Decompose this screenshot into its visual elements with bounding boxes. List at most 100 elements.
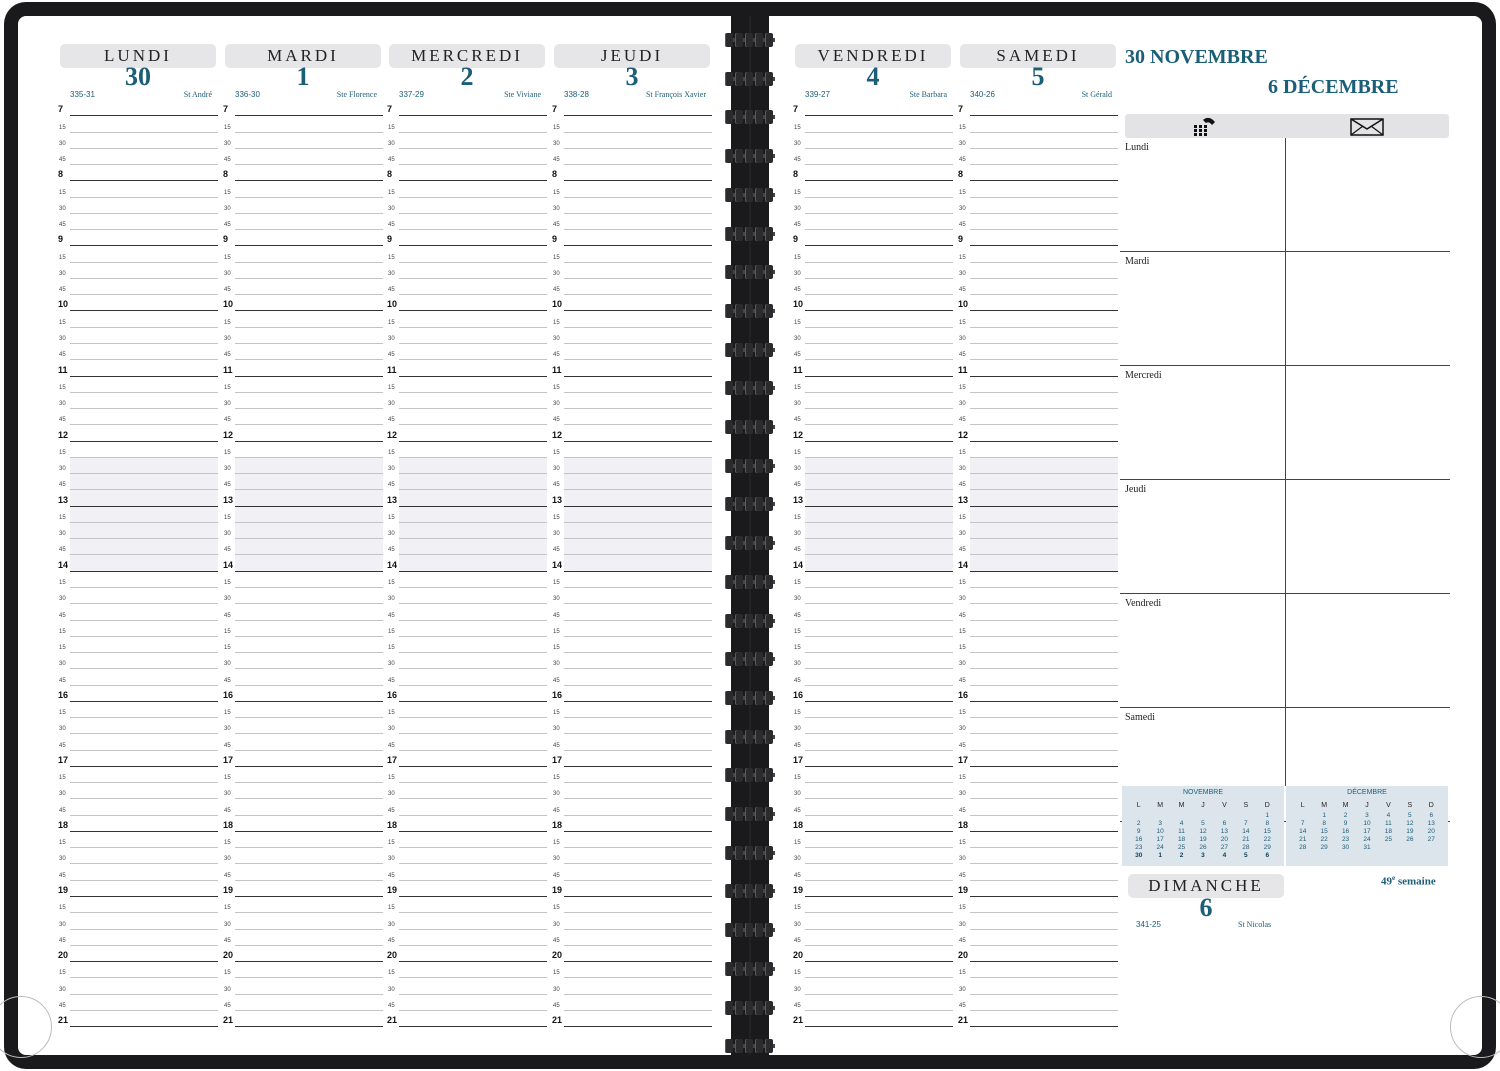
quarter-slot[interactable]: 15 [553, 116, 712, 133]
quarter-slot[interactable]: 15 [59, 506, 218, 523]
quarter-slot[interactable]: 30 [959, 848, 1118, 865]
quarter-slot[interactable]: 45 [553, 279, 712, 296]
hour-slot[interactable]: 12 [223, 425, 383, 442]
quarter-slot[interactable]: 30 [59, 393, 218, 410]
quarter-slot[interactable]: 15 [794, 377, 953, 393]
quarter-slot[interactable]: 15 [794, 246, 953, 263]
note-row-mercredi[interactable]: Mercredi [1120, 366, 1450, 480]
quarter-slot[interactable]: 15 [388, 897, 547, 914]
note-row-jeudi[interactable]: Jeudi [1120, 480, 1450, 594]
quarter-slot[interactable]: 45 [388, 669, 547, 686]
hour-slot[interactable]: 10 [223, 295, 383, 312]
quarter-slot[interactable]: 30 [959, 263, 1118, 279]
quarter-slot[interactable]: 45 [388, 279, 547, 296]
quarter-slot[interactable]: 15 [959, 702, 1118, 719]
quarter-slot[interactable]: 45 [388, 604, 547, 621]
quarter-slot[interactable]: 30 [59, 328, 218, 344]
quarter-slot[interactable]: 30 [224, 263, 383, 279]
quarter-slot[interactable]: 15 [224, 506, 383, 523]
quarter-slot[interactable]: 30 [388, 848, 547, 865]
hour-slot[interactable]: 9 [958, 230, 1118, 247]
quarter-slot[interactable]: 45 [794, 539, 953, 556]
quarter-slot[interactable]: 45 [59, 799, 218, 816]
quarter-slot[interactable]: 15 [959, 246, 1118, 263]
hour-slot[interactable]: 19 [223, 881, 383, 898]
quarter-slot[interactable]: 15 [388, 621, 547, 637]
hour-slot[interactable]: 11 [958, 360, 1118, 377]
quarter-slot[interactable]: 15 [553, 506, 712, 523]
quarter-slot[interactable]: 30 [959, 718, 1118, 735]
quarter-slot[interactable]: 45 [59, 214, 218, 231]
quarter-slot[interactable]: 15 [959, 897, 1118, 914]
quarter-slot[interactable]: 45 [959, 734, 1118, 751]
quarter-slot[interactable]: 30 [59, 848, 218, 865]
quarter-slot[interactable]: 30 [388, 653, 547, 670]
quarter-slot[interactable]: 15 [794, 572, 953, 588]
hour-slot[interactable]: 19 [552, 881, 712, 898]
quarter-slot[interactable]: 15 [59, 767, 218, 784]
hour-slot[interactable]: 7 [958, 100, 1118, 117]
quarter-slot[interactable]: 45 [388, 995, 547, 1011]
quarter-slot[interactable]: 15 [959, 767, 1118, 784]
quarter-slot[interactable]: 15 [553, 442, 712, 458]
quarter-slot[interactable]: 30 [224, 522, 383, 540]
quarter-slot[interactable]: 15 [59, 897, 218, 914]
quarter-slot[interactable]: 15 [224, 181, 383, 198]
hour-slot[interactable]: 8 [793, 165, 953, 182]
hour-slot[interactable]: 14 [793, 555, 953, 572]
quarter-slot[interactable]: 30 [794, 848, 953, 865]
quarter-slot[interactable]: 15 [794, 506, 953, 523]
quarter-slot[interactable]: 15 [388, 572, 547, 588]
quarter-slot[interactable]: 45 [959, 669, 1118, 686]
quarter-slot[interactable]: 30 [224, 588, 383, 605]
quarter-slot[interactable]: 30 [794, 457, 953, 475]
quarter-slot[interactable]: 30 [59, 783, 218, 800]
quarter-slot[interactable]: 15 [553, 767, 712, 784]
quarter-slot[interactable]: 45 [794, 734, 953, 751]
quarter-slot[interactable]: 15 [59, 116, 218, 133]
hour-slot[interactable]: 7 [552, 100, 712, 117]
hour-slot[interactable]: 9 [387, 230, 547, 247]
hour-slot[interactable]: 18 [223, 816, 383, 832]
quarter-slot[interactable]: 15 [794, 442, 953, 458]
quarter-slot[interactable]: 30 [224, 198, 383, 214]
quarter-slot[interactable]: 15 [959, 311, 1118, 328]
quarter-slot[interactable]: 30 [959, 783, 1118, 800]
quarter-slot[interactable]: 30 [959, 978, 1118, 995]
quarter-slot[interactable]: 45 [224, 930, 383, 946]
quarter-slot[interactable]: 30 [553, 718, 712, 735]
quarter-slot[interactable]: 30 [959, 588, 1118, 605]
quarter-slot[interactable]: 15 [59, 832, 218, 849]
quarter-slot[interactable]: 30 [553, 393, 712, 410]
quarter-slot[interactable]: 45 [553, 539, 712, 556]
hour-slot[interactable]: 21 [552, 1011, 712, 1028]
hour-slot[interactable]: 21 [958, 1011, 1118, 1028]
quarter-slot[interactable]: 15 [224, 637, 383, 654]
quarter-slot[interactable]: 30 [59, 588, 218, 605]
hour-slot[interactable]: 8 [552, 165, 712, 182]
quarter-slot[interactable]: 30 [224, 653, 383, 670]
quarter-slot[interactable]: 45 [388, 799, 547, 816]
hour-slot[interactable]: 18 [387, 816, 547, 832]
quarter-slot[interactable]: 45 [388, 409, 547, 426]
quarter-slot[interactable]: 30 [224, 133, 383, 149]
hour-slot[interactable]: 7 [387, 100, 547, 117]
quarter-slot[interactable]: 15 [388, 702, 547, 719]
quarter-slot[interactable]: 45 [794, 279, 953, 296]
quarter-slot[interactable]: 30 [388, 457, 547, 475]
quarter-slot[interactable]: 15 [224, 377, 383, 393]
hour-slot[interactable]: 11 [223, 360, 383, 377]
quarter-slot[interactable]: 30 [794, 653, 953, 670]
quarter-slot[interactable]: 45 [59, 734, 218, 751]
quarter-slot[interactable]: 15 [959, 572, 1118, 588]
quarter-slot[interactable]: 45 [553, 669, 712, 686]
quarter-slot[interactable]: 15 [224, 442, 383, 458]
quarter-slot[interactable]: 30 [388, 328, 547, 344]
quarter-slot[interactable]: 45 [388, 539, 547, 556]
quarter-slot[interactable]: 45 [59, 864, 218, 881]
hour-slot[interactable]: 9 [58, 230, 218, 247]
hour-slot[interactable]: 17 [552, 751, 712, 767]
hour-slot[interactable]: 11 [387, 360, 547, 377]
hour-slot[interactable]: 8 [58, 165, 218, 182]
hour-slot[interactable]: 16 [793, 686, 953, 702]
